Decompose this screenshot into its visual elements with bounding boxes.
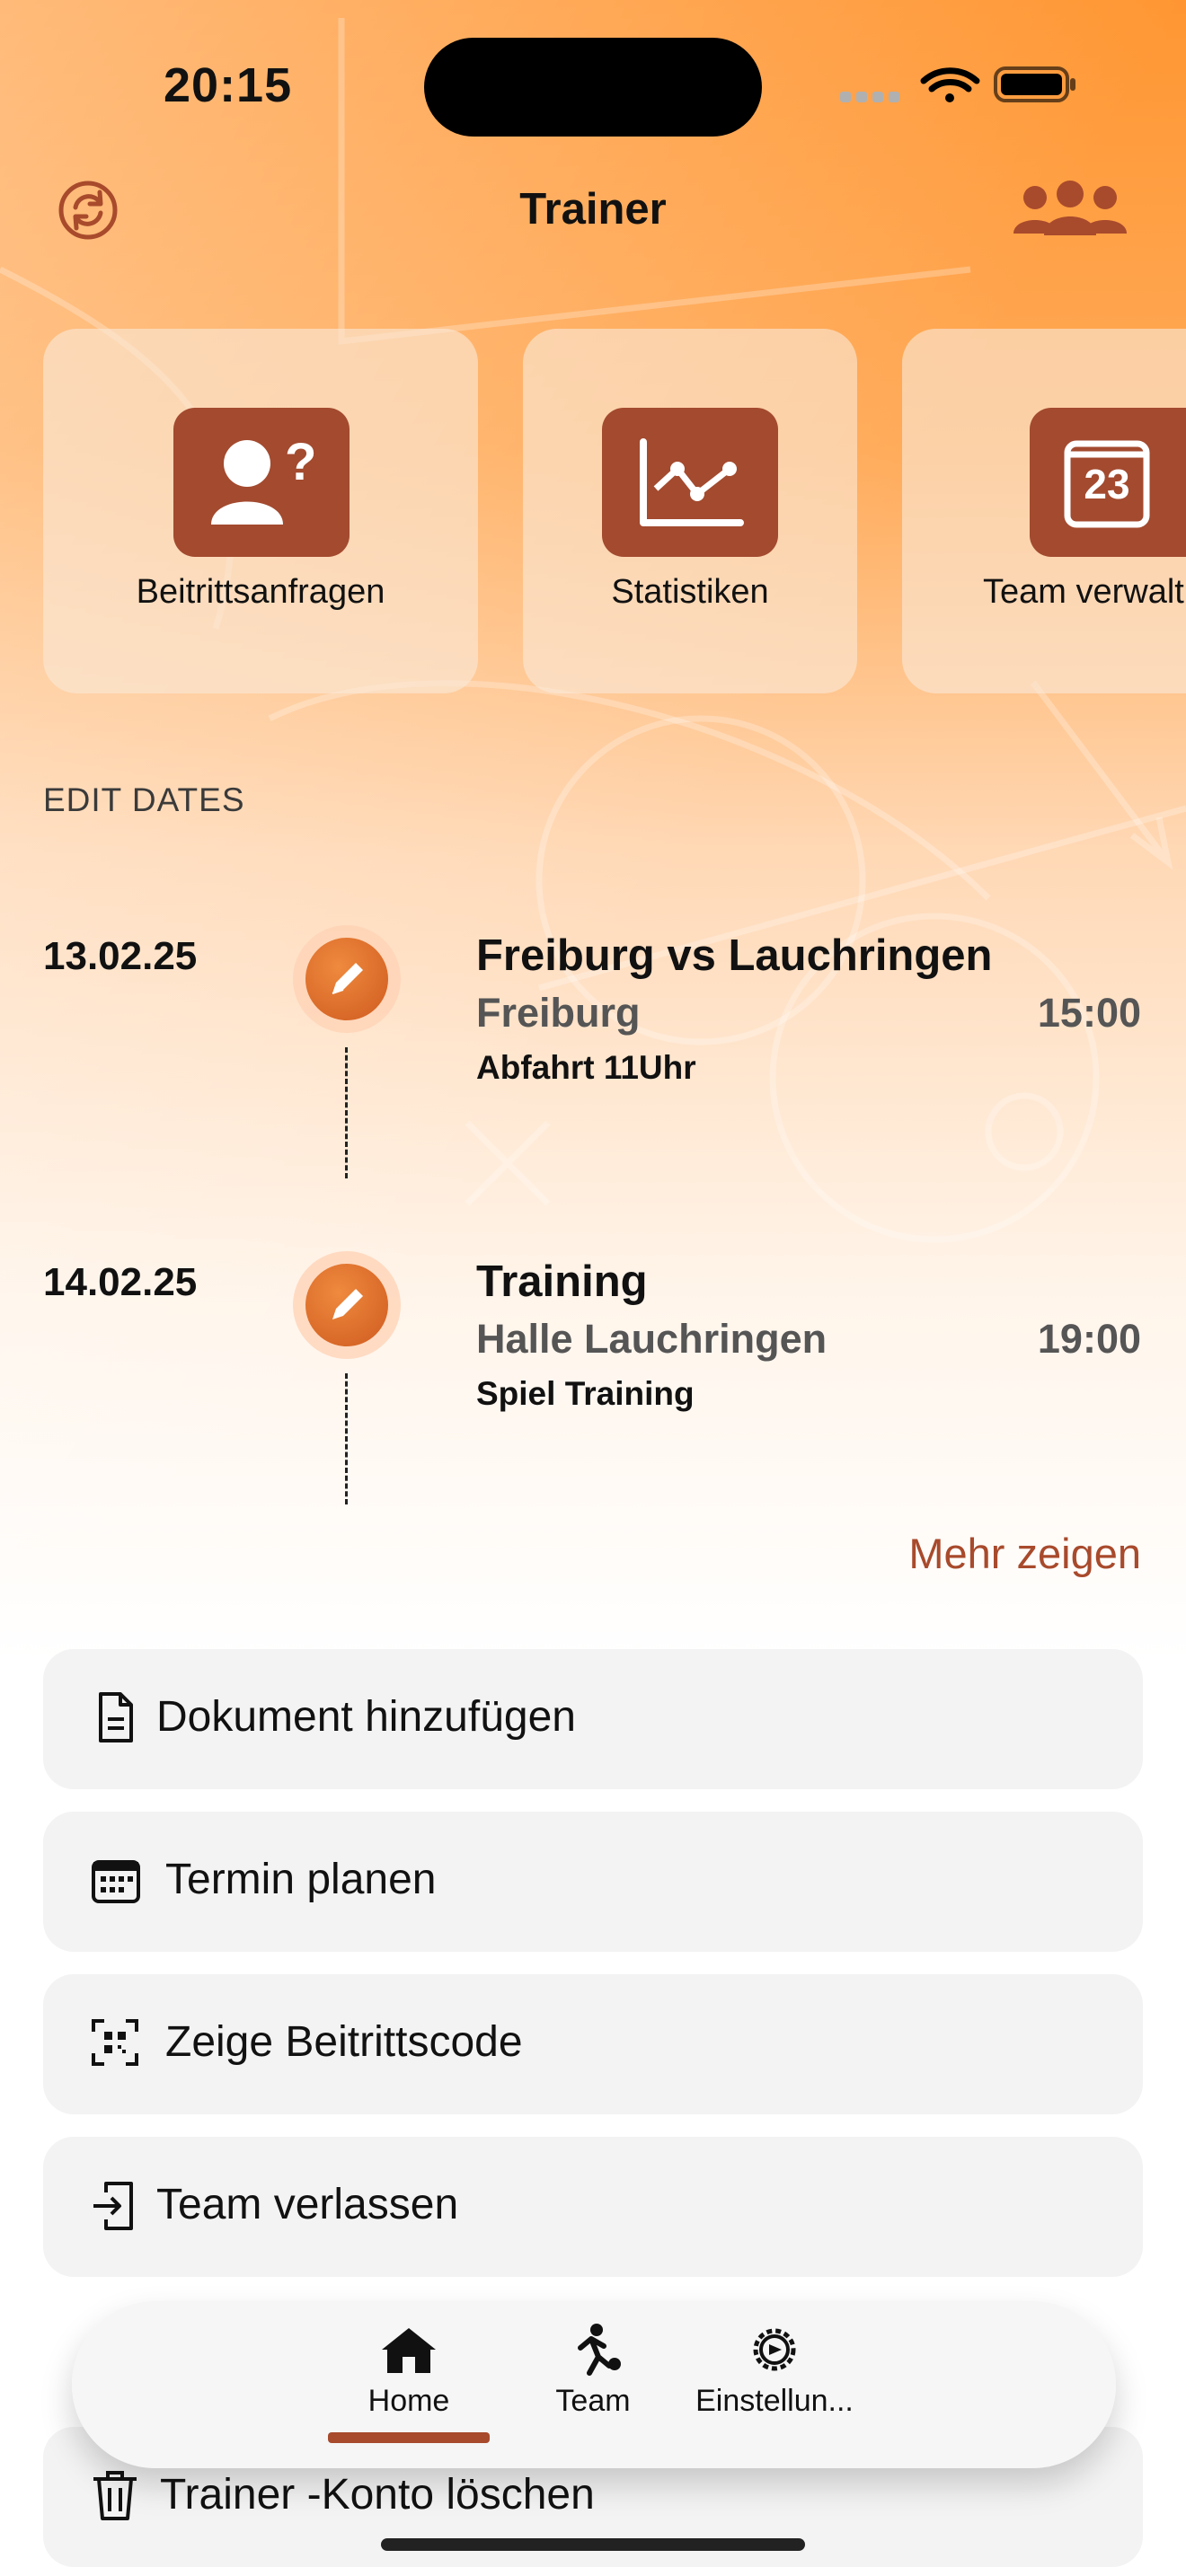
card-label: Team verwalt [983,573,1184,611]
line-chart-icon [640,438,744,526]
action-label: Trainer -Konto löschen [160,2471,595,2519]
event-title: Freiburg vs Lauchringen [476,931,993,980]
card-team-manage[interactable]: 23 Team verwalt [902,329,1186,693]
home-indicator [381,2538,805,2551]
dynamic-island [424,38,762,137]
add-document-button[interactable]: Dokument hinzufügen [43,1649,1143,1789]
event-note: Abfahrt 11Uhr [476,1049,696,1086]
calendar-day: 23 [1084,461,1130,507]
selected-tab-indicator [328,2432,490,2443]
icon-tile: ? [173,408,350,557]
document-icon [99,1692,133,1742]
section-header: EDIT DATES [43,781,245,818]
svg-text:?: ? [285,433,316,491]
team-members-button[interactable] [1013,180,1127,243]
event-date: 14.02.25 [43,1260,198,1304]
runner-icon [578,2324,621,2376]
schedule-appointment-button[interactable]: Termin planen [43,1812,1143,1952]
show-more-link[interactable]: Mehr zeigen [908,1529,1141,1578]
status-time: 20:15 [164,58,293,112]
battery-icon [994,66,1075,102]
page-title: Trainer [519,185,667,234]
event-time: 15:00 [1037,990,1141,1036]
timeline-connector [345,1047,348,1178]
wifi-icon [920,67,980,102]
icon-tile: 23 [1030,408,1186,557]
event-row[interactable]: 14.02.25 Training Halle Lauchringen 19:0… [0,1233,1186,1504]
event-time: 19:00 [1037,1316,1141,1362]
pencil-icon [332,963,363,994]
action-label: Zeige Beitrittscode [165,2018,523,2066]
edit-event-button[interactable] [293,1251,401,1359]
tab-home[interactable]: Home [319,2323,499,2419]
qr-code-icon [92,2019,138,2066]
card-label: Statistiken [611,573,769,611]
edit-event-button[interactable] [293,925,401,1033]
event-title: Training [476,1257,648,1306]
leave-icon [93,2182,133,2230]
gear-icon [753,2328,796,2371]
status-indicators [840,66,1075,102]
event-date: 13.02.25 [43,934,198,978]
tab-settings[interactable]: Einstellun... [685,2323,864,2419]
tab-team[interactable]: Team [503,2323,683,2419]
card-statistics[interactable]: Statistiken [523,329,857,693]
tab-label: Einstellun... [695,2384,854,2418]
calendar-icon [92,1860,140,1903]
person-question-icon: ? [211,433,316,525]
event-note: Spiel Training [476,1375,695,1412]
card-join-requests[interactable]: ? Beitrittsanfragen [43,329,478,693]
house-icon [382,2328,436,2373]
card-label: Beitrittsanfragen [136,573,385,611]
event-row[interactable]: 13.02.25 Freiburg vs Lauchringen Freibur… [0,907,1186,1178]
group-icon [1013,181,1127,235]
action-label: Dokument hinzufügen [156,1693,576,1741]
cellular-signal-icon [840,92,899,102]
tab-label: Home [367,2384,450,2418]
leave-team-button[interactable]: Team verlassen [43,2137,1143,2277]
event-location: Halle Lauchringen [476,1316,828,1362]
timeline-connector [345,1373,348,1504]
trash-icon [93,2471,137,2520]
show-join-code-button[interactable]: Zeige Beitrittscode [43,1974,1143,2114]
event-location: Freiburg [476,990,641,1036]
pencil-icon [332,1289,363,1319]
action-label: Termin planen [165,1856,437,1903]
icon-tile [602,408,778,557]
action-label: Team verlassen [156,2181,459,2228]
tab-label: Team [555,2384,631,2418]
tab-bar: Home Team Einstellun... [72,2301,1116,2468]
